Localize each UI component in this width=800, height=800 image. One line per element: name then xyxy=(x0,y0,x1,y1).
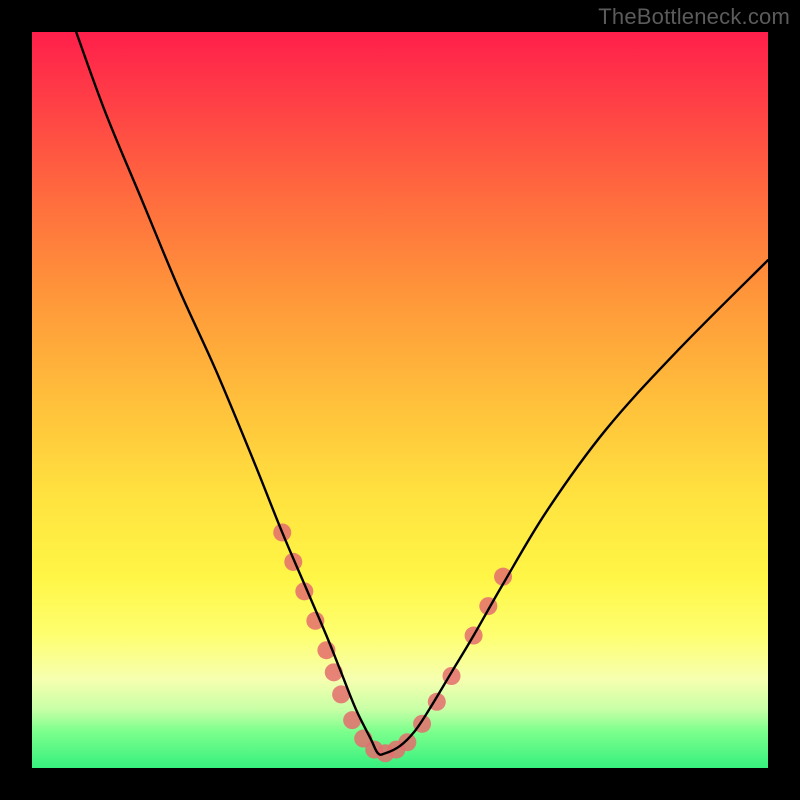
watermark-text: TheBottleneck.com xyxy=(598,4,790,30)
plot-area xyxy=(32,32,768,768)
highlight-markers xyxy=(273,523,512,762)
chart-frame: TheBottleneck.com xyxy=(0,0,800,800)
highlight-dot xyxy=(398,733,416,751)
curve-svg xyxy=(32,32,768,768)
bottleneck-curve xyxy=(76,32,768,755)
